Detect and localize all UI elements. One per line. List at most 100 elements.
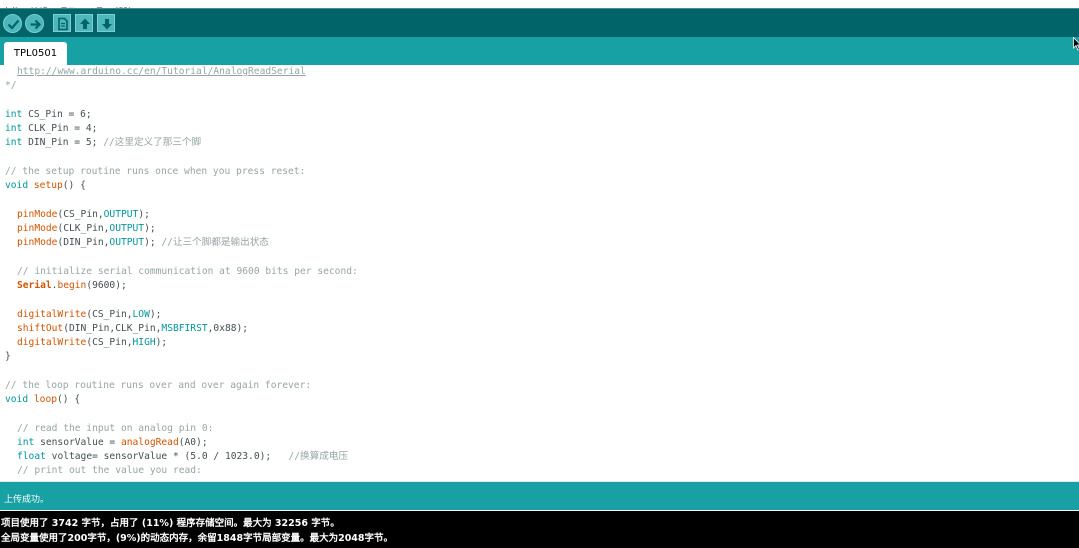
code-class: Serial bbox=[17, 279, 52, 291]
code-line: digitalWrite(CS_Pin,HIGH); bbox=[5, 336, 358, 350]
new-button[interactable] bbox=[53, 14, 71, 32]
code-text-span: () { bbox=[62, 180, 86, 192]
toolbar bbox=[0, 8, 1079, 37]
code-line: pinMode(CS_Pin,OUTPUT); bbox=[5, 208, 358, 222]
console-line-program-storage: 项目使用了 3742 字节，占用了 (11%) 程序存储空间。最大为 32256… bbox=[1, 518, 340, 529]
status-message: 上传成功。 bbox=[4, 495, 50, 505]
code-text: http://www.arduino.cc/en/Tutorial/Analog… bbox=[5, 65, 358, 479]
tab-bar: TPL0501 bbox=[0, 37, 1079, 65]
console-line-dynamic-memory: 全局变量使用了200字节，(9%)的动态内存，余留1848字节局部变量。最大为2… bbox=[1, 533, 394, 544]
open-button[interactable] bbox=[75, 14, 93, 32]
code-text-span: } bbox=[5, 351, 11, 363]
tab-sketch[interactable]: TPL0501 bbox=[4, 42, 67, 65]
code-comment: // the setup routine runs once when you … bbox=[5, 165, 306, 177]
code-comment: */ bbox=[5, 80, 17, 92]
code-text-span: (CS_Pin, bbox=[57, 208, 104, 220]
code-comment: //这里定义了那三个脚 bbox=[103, 137, 202, 149]
code-comment: // read the input on analog pin 0: bbox=[17, 422, 214, 434]
code-keyword: void bbox=[5, 394, 29, 406]
code-line: } bbox=[5, 350, 358, 364]
code-line: digitalWrite(CS_Pin,LOW); bbox=[5, 308, 358, 322]
code-text-span: ,0x88); bbox=[207, 322, 249, 334]
code-constant: OUTPUT bbox=[103, 208, 139, 220]
code-function: pinMode bbox=[17, 237, 58, 249]
code-keyword: void bbox=[5, 180, 29, 192]
code-editor[interactable]: http://www.arduino.cc/en/Tutorial/Analog… bbox=[0, 65, 1079, 481]
code-function: begin bbox=[57, 279, 87, 291]
code-constant: OUTPUT bbox=[109, 237, 145, 249]
code-function: pinMode bbox=[17, 222, 58, 234]
status-bar: 上传成功。 bbox=[0, 486, 1079, 510]
verify-button[interactable] bbox=[3, 14, 22, 33]
code-function: shiftOut bbox=[17, 322, 64, 334]
code-constant: OUTPUT bbox=[109, 222, 145, 234]
code-line: shiftOut(DIN_Pin,CLK_Pin,MSBFIRST,0x88); bbox=[5, 322, 358, 336]
code-function: digitalWrite bbox=[17, 308, 87, 320]
code-constant: MSBFIRST bbox=[161, 322, 208, 334]
code-line: */ bbox=[5, 79, 358, 93]
check-icon bbox=[7, 19, 20, 30]
code-text-span: ); bbox=[144, 237, 162, 249]
code-line: http://www.arduino.cc/en/Tutorial/Analog… bbox=[5, 65, 358, 79]
code-text-span: (CS_Pin, bbox=[86, 337, 133, 349]
up-arrow-icon bbox=[80, 18, 90, 29]
code-comment: //让三个脚都是输出状态 bbox=[161, 237, 269, 249]
code-constant: HIGH bbox=[132, 337, 156, 349]
code-line: pinMode(CLK_Pin,OUTPUT); bbox=[5, 222, 358, 236]
code-keyword: int bbox=[17, 436, 35, 448]
code-line: // the setup routine runs once when you … bbox=[5, 165, 358, 179]
new-file-icon bbox=[58, 17, 68, 31]
output-console[interactable]: 项目使用了 3742 字节，占用了 (11%) 程序存储空间。最大为 32256… bbox=[0, 511, 1079, 548]
code-text-span: (DIN_Pin, bbox=[57, 237, 110, 249]
save-button[interactable] bbox=[97, 14, 115, 32]
code-keyword: int bbox=[5, 108, 23, 120]
code-text-span: sensorValue = bbox=[34, 436, 121, 448]
code-comment: // the loop routine runs over and over a… bbox=[5, 379, 312, 391]
code-keyword: float bbox=[17, 451, 46, 463]
right-arrow-icon bbox=[30, 19, 42, 30]
code-text-span: CS_Pin = 6; bbox=[22, 108, 92, 120]
code-line: void loop() { bbox=[5, 393, 358, 407]
code-text-span: ); bbox=[144, 222, 156, 234]
code-text-span: (A0); bbox=[178, 436, 208, 448]
code-line: float voltage= sensorValue * (5.0 / 1023… bbox=[5, 450, 358, 464]
code-line: int CS_Pin = 6; bbox=[5, 108, 358, 122]
code-text-span: (9600); bbox=[86, 279, 127, 291]
code-text-span: CLK_Pin = 4; bbox=[22, 123, 98, 135]
code-text-span: ); bbox=[155, 337, 168, 349]
code-line: // read the input on analog pin 0: bbox=[5, 422, 358, 436]
code-text-span: voltage= sensorValue * (5.0 / 1023.0); bbox=[45, 451, 289, 463]
code-text-span: DIN_Pin = 5; bbox=[22, 137, 104, 149]
code-keyword: int bbox=[5, 137, 23, 149]
code-line: int sensorValue = analogRead(A0); bbox=[5, 436, 358, 450]
code-line: int CLK_Pin = 4; bbox=[5, 122, 358, 136]
code-function: digitalWrite bbox=[17, 337, 87, 349]
code-line: pinMode(DIN_Pin,OUTPUT); //让三个脚都是输出状态 bbox=[5, 236, 358, 250]
code-text-span: () { bbox=[57, 394, 81, 406]
code-comment: // print out the value you read: bbox=[17, 465, 202, 477]
code-line: // the loop routine runs over and over a… bbox=[5, 379, 358, 393]
menu-bar: 文件编辑项目工具帮助 bbox=[0, 0, 1079, 8]
down-arrow-icon bbox=[102, 19, 112, 30]
code-text-span: (DIN_Pin,CLK_Pin, bbox=[63, 322, 162, 334]
code-line: // initialize serial communication at 96… bbox=[5, 265, 358, 279]
code-function: loop bbox=[33, 394, 57, 406]
code-text-span: (CS_Pin, bbox=[86, 308, 133, 320]
code-keyword: int bbox=[5, 123, 23, 135]
code-line: // print out the value you read: bbox=[5, 464, 358, 478]
upload-button[interactable] bbox=[25, 14, 44, 33]
code-comment: // initialize serial communication at 96… bbox=[17, 265, 358, 277]
mouse-cursor-icon bbox=[1073, 37, 1079, 51]
tutorial-link[interactable]: http://www.arduino.cc/en/Tutorial/Analog… bbox=[17, 66, 306, 77]
code-comment: //换算成电压 bbox=[288, 451, 349, 463]
code-function: pinMode bbox=[17, 208, 58, 220]
code-function: setup bbox=[33, 180, 63, 192]
code-text-span: ); bbox=[138, 208, 150, 220]
